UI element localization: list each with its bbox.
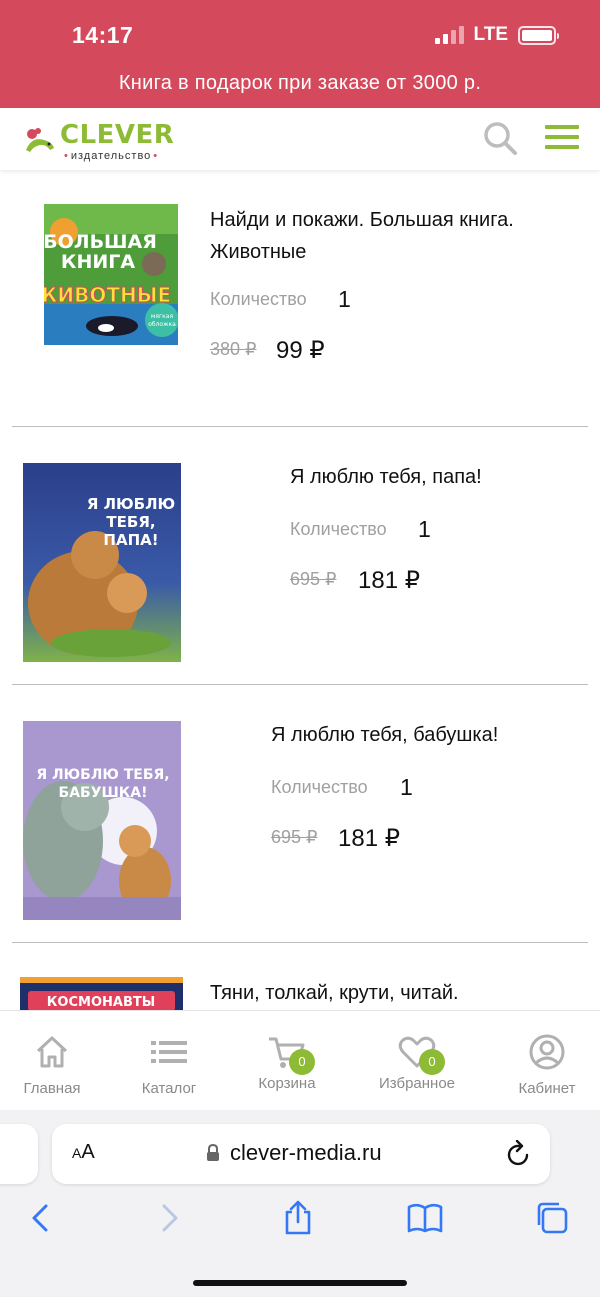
svg-text:КНИГА: КНИГА <box>61 251 135 273</box>
book-cover-papa[interactable]: Я ЛЮБЛЮ ТЕБЯ, ПАПА! <box>23 463 181 662</box>
nav-cart[interactable]: 0 Корзина <box>232 1033 342 1092</box>
svg-text:мягкая: мягкая <box>151 313 174 320</box>
favorites-count-badge: 0 <box>419 1049 445 1075</box>
current-price: 181 ₽ <box>358 567 420 594</box>
book-cover-art: Я ЛЮБЛЮ ТЕБЯ, БАБУШКА! <box>23 721 181 920</box>
forward-icon[interactable] <box>152 1200 188 1236</box>
svg-text:Я ЛЮБЛЮ: Я ЛЮБЛЮ <box>87 495 175 513</box>
cart-item: Я ЛЮБЛЮ ТЕБЯ, БАБУШКА! Я люблю тебя, баб… <box>0 685 600 942</box>
quantity-label: Количество <box>290 519 387 539</box>
share-icon[interactable] <box>280 1200 316 1236</box>
nav-label: Избранное <box>378 1075 456 1092</box>
nav-label: Корзина <box>258 1075 316 1092</box>
book-cover-art: Я ЛЮБЛЮ ТЕБЯ, ПАПА! <box>23 463 181 662</box>
svg-text:КОСМОНАВТЫ: КОСМОНАВТЫ <box>47 995 155 1010</box>
bookmarks-icon[interactable] <box>407 1200 443 1236</box>
quantity-value[interactable]: 1 <box>418 516 431 543</box>
back-icon[interactable] <box>22 1200 58 1236</box>
reload-icon[interactable] <box>506 1140 532 1168</box>
network-type: LTE <box>473 24 508 45</box>
svg-text:ПАПА!: ПАПА! <box>103 531 158 549</box>
cart-count-badge: 0 <box>289 1049 315 1075</box>
hamburger-menu-icon[interactable] <box>545 125 579 153</box>
promo-text[interactable]: Книга в подарок при заказе от 3000 р. <box>0 72 600 95</box>
top-banner: 14:17 LTE Книга в подарок при заказе от … <box>0 0 600 108</box>
logo-word: CLEVER <box>60 120 175 150</box>
url-text[interactable]: clever-media.ru <box>230 1140 382 1166</box>
nav-home[interactable]: Главная <box>0 1033 107 1097</box>
nav-favorites[interactable]: 0 Избранное <box>362 1033 472 1092</box>
logo-subtitle: издательство <box>62 150 160 162</box>
cart-item: КОСМОНАВТЫ Тяни, толкай, крути, читай. <box>0 943 600 1010</box>
nav-account[interactable]: Кабинет <box>492 1033 600 1097</box>
nav-label: Каталог <box>141 1080 197 1097</box>
svg-text:ЖИВОТНЫЕ: ЖИВОТНЫЕ <box>44 283 171 307</box>
quantity-label: Количество <box>271 777 368 797</box>
nav-label: Кабинет <box>518 1080 576 1097</box>
book-cover-art: БОЛЬШАЯ КНИГА ЖИВОТНЫЕ мягкая обложка <box>44 204 178 345</box>
clever-logo[interactable]: CLEVER издательство <box>22 118 174 162</box>
home-indicator <box>193 1280 407 1286</box>
book-cover-animals[interactable]: БОЛЬШАЯ КНИГА ЖИВОТНЫЕ мягкая обложка <box>44 204 178 345</box>
cart-item: Я ЛЮБЛЮ ТЕБЯ, ПАПА! Я люблю тебя, папа! … <box>0 427 600 684</box>
svg-text:БОЛЬШАЯ: БОЛЬШАЯ <box>44 231 157 253</box>
svg-text:ТЕБЯ,: ТЕБЯ, <box>106 513 155 531</box>
list-icon <box>151 1041 187 1063</box>
logo-mark-icon <box>26 128 54 152</box>
search-icon[interactable] <box>482 120 518 156</box>
svg-text:обложка: обложка <box>148 321 176 328</box>
status-time: 14:17 <box>72 22 134 48</box>
text-size-button[interactable]: AA <box>72 1141 95 1164</box>
product-title[interactable]: Найди и покажи. Большая книга. Животные <box>210 204 580 268</box>
product-title[interactable]: Тяни, толкай, крути, читай. <box>210 977 580 1009</box>
nav-label: Главная <box>23 1080 81 1097</box>
quantity-value[interactable]: 1 <box>400 774 413 801</box>
old-price: 695 ₽ <box>271 827 318 847</box>
site-header: CLEVER издательство <box>0 108 600 170</box>
tabs-icon[interactable] <box>534 1200 570 1236</box>
book-cover-art: КОСМОНАВТЫ <box>20 977 183 1010</box>
lock-icon <box>207 1144 219 1161</box>
heart-icon-wrap: 0 <box>397 1033 445 1075</box>
user-icon <box>529 1034 565 1070</box>
nav-catalog[interactable]: Каталог <box>114 1033 224 1097</box>
book-cover-cosmonauts[interactable]: КОСМОНАВТЫ <box>20 977 183 1010</box>
old-price: 380 ₽ <box>210 339 257 359</box>
current-price: 181 ₽ <box>338 825 400 852</box>
product-title[interactable]: Я люблю тебя, папа! <box>290 461 580 493</box>
home-icon <box>36 1036 68 1068</box>
browser-toolbar: AA clever-media.ru <box>0 1110 600 1297</box>
signal-icon <box>434 26 464 44</box>
svg-text:БАБУШКА!: БАБУШКА! <box>59 785 148 801</box>
book-cover-babushka[interactable]: Я ЛЮБЛЮ ТЕБЯ, БАБУШКА! <box>23 721 181 920</box>
product-title[interactable]: Я люблю тебя, бабушка! <box>271 719 581 751</box>
quantity-label: Количество <box>210 289 307 309</box>
quantity-value[interactable]: 1 <box>338 286 351 313</box>
battery-icon <box>518 25 559 45</box>
address-bar[interactable]: AA clever-media.ru <box>52 1124 550 1184</box>
current-price: 99 ₽ <box>276 337 325 364</box>
bottom-navigation: Главная Каталог 0 Корзина 0 Избранное Ка… <box>0 1010 600 1110</box>
old-price: 695 ₽ <box>290 569 337 589</box>
cart-icon-wrap: 0 <box>267 1033 315 1075</box>
cart-item: БОЛЬШАЯ КНИГА ЖИВОТНЫЕ мягкая обложка На… <box>0 170 600 426</box>
svg-text:Я ЛЮБЛЮ ТЕБЯ,: Я ЛЮБЛЮ ТЕБЯ, <box>36 767 169 783</box>
status-indicators: LTE <box>434 24 559 46</box>
previous-tab-edge[interactable] <box>0 1124 38 1184</box>
